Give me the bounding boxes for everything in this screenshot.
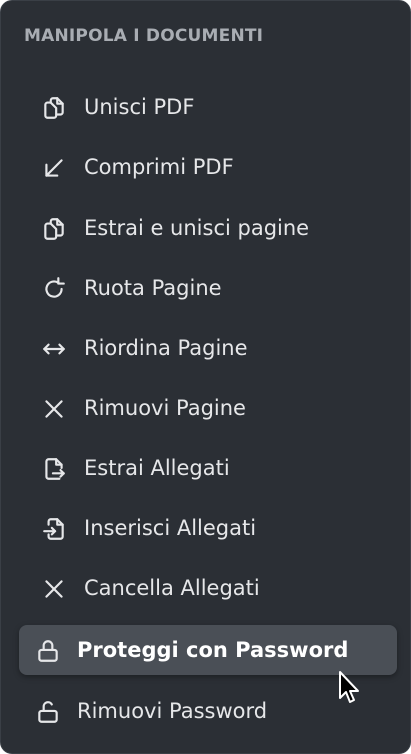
unlock-icon bbox=[35, 699, 61, 725]
menu-item-proteggi-password[interactable]: Proteggi con Password bbox=[19, 625, 397, 675]
menu-item-unisci-pdf[interactable]: Unisci PDF bbox=[19, 82, 397, 132]
close-icon bbox=[41, 396, 67, 422]
menu-item-label: Riordina Pagine bbox=[84, 336, 248, 360]
menu-item-label: Inserisci Allegati bbox=[84, 516, 257, 540]
merge-pages-icon bbox=[41, 95, 67, 121]
menu-item-label: Cancella Allegati bbox=[84, 576, 260, 600]
menu-item-label: Rimuovi Password bbox=[77, 699, 268, 723]
menu-item-cancella-allegati[interactable]: Cancella Allegati bbox=[19, 563, 397, 613]
document-tools-menu: MANIPOLA I DOCUMENTI Unisci PDF Comprimi… bbox=[0, 0, 411, 754]
menu-item-rimuovi-pagine[interactable]: Rimuovi Pagine bbox=[19, 383, 397, 433]
file-export-icon bbox=[41, 456, 67, 482]
file-import-icon bbox=[41, 516, 67, 542]
menu-item-label: Ruota Pagine bbox=[84, 276, 222, 300]
close-icon bbox=[41, 576, 67, 602]
menu-item-label: Unisci PDF bbox=[84, 95, 195, 119]
section-title: MANIPOLA I DOCUMENTI bbox=[24, 26, 264, 46]
menu-item-rimuovi-password[interactable]: Rimuovi Password bbox=[19, 686, 397, 736]
menu-item-inserisci-allegati[interactable]: Inserisci Allegati bbox=[19, 503, 397, 553]
menu-item-label: Estrai e unisci pagine bbox=[84, 216, 310, 240]
menu-item-label: Proteggi con Password bbox=[77, 638, 349, 662]
copy-pages-icon bbox=[41, 216, 67, 242]
menu-item-comprimi-pdf[interactable]: Comprimi PDF bbox=[19, 142, 397, 192]
lock-icon bbox=[35, 638, 61, 664]
arrow-down-left-icon bbox=[41, 155, 67, 181]
menu-item-estrai-allegati[interactable]: Estrai Allegati bbox=[19, 443, 397, 493]
menu-item-estrai-unisci-pagine[interactable]: Estrai e unisci pagine bbox=[19, 203, 397, 253]
menu-item-label: Estrai Allegati bbox=[84, 456, 230, 480]
menu-item-label: Comprimi PDF bbox=[84, 155, 234, 179]
rotate-icon bbox=[41, 276, 67, 302]
arrows-horizontal-icon bbox=[41, 336, 67, 362]
menu-item-ruota-pagine[interactable]: Ruota Pagine bbox=[19, 263, 397, 313]
menu-item-label: Rimuovi Pagine bbox=[84, 396, 246, 420]
menu-item-riordina-pagine[interactable]: Riordina Pagine bbox=[19, 323, 397, 373]
